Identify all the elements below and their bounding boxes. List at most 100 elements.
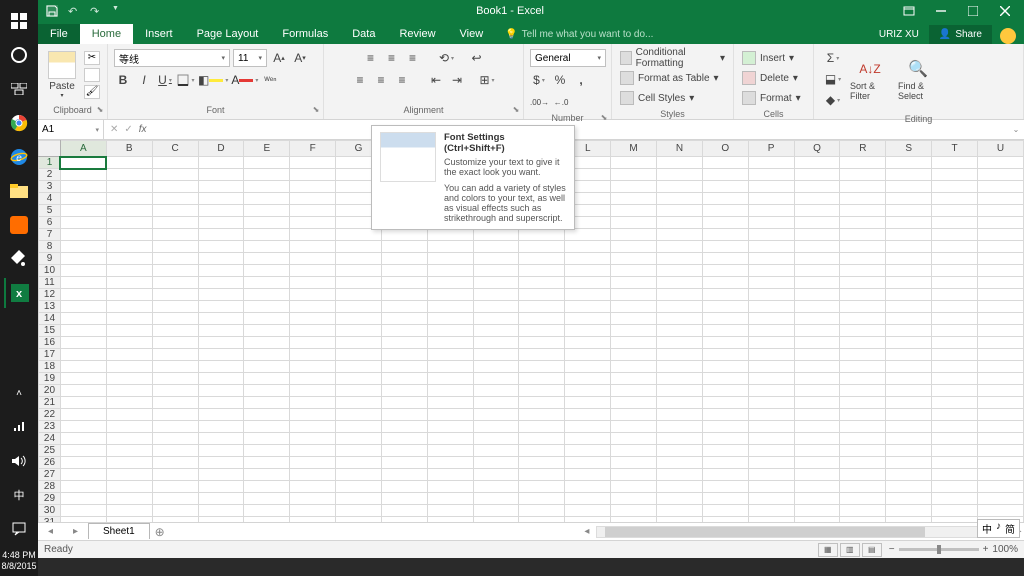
cell[interactable] xyxy=(519,421,565,433)
row-header[interactable]: 10 xyxy=(39,265,61,277)
cell[interactable] xyxy=(977,169,1023,181)
cell[interactable] xyxy=(611,325,657,337)
cell[interactable] xyxy=(336,493,382,505)
cell[interactable] xyxy=(748,457,794,469)
cell[interactable] xyxy=(427,229,473,241)
cell[interactable] xyxy=(932,409,978,421)
accounting-icon[interactable]: $ xyxy=(530,71,548,89)
cell[interactable] xyxy=(702,385,748,397)
cell[interactable] xyxy=(290,481,336,493)
cell[interactable] xyxy=(886,421,932,433)
decrease-decimal-icon[interactable]: ←.0 xyxy=(552,93,570,111)
cell[interactable] xyxy=(702,313,748,325)
cell[interactable] xyxy=(657,229,703,241)
fill-icon[interactable]: ⬓ xyxy=(824,70,842,88)
cell[interactable] xyxy=(290,349,336,361)
cell[interactable] xyxy=(977,325,1023,337)
cell[interactable] xyxy=(198,433,244,445)
cell[interactable] xyxy=(748,433,794,445)
cell[interactable] xyxy=(840,481,886,493)
cell[interactable] xyxy=(886,349,932,361)
cell[interactable] xyxy=(519,277,565,289)
cell[interactable] xyxy=(60,361,106,373)
cell[interactable] xyxy=(794,241,840,253)
cell[interactable] xyxy=(152,193,198,205)
cell[interactable] xyxy=(611,193,657,205)
cell[interactable] xyxy=(336,433,382,445)
maximize-icon[interactable] xyxy=(960,1,986,21)
cell[interactable] xyxy=(290,193,336,205)
cell[interactable] xyxy=(702,481,748,493)
cell[interactable] xyxy=(977,361,1023,373)
cell[interactable] xyxy=(611,421,657,433)
cell[interactable] xyxy=(565,361,611,373)
cell[interactable] xyxy=(60,337,106,349)
cell[interactable] xyxy=(840,505,886,517)
cell[interactable] xyxy=(198,505,244,517)
cell[interactable] xyxy=(106,373,152,385)
percent-icon[interactable]: % xyxy=(551,71,569,89)
cell[interactable] xyxy=(152,277,198,289)
cell[interactable] xyxy=(519,253,565,265)
cell[interactable] xyxy=(381,361,427,373)
cell[interactable] xyxy=(657,445,703,457)
cell[interactable] xyxy=(702,409,748,421)
cell[interactable] xyxy=(977,193,1023,205)
cell[interactable] xyxy=(336,505,382,517)
sheet-tab-sheet1[interactable]: Sheet1 xyxy=(88,523,150,539)
cell[interactable] xyxy=(152,493,198,505)
cell[interactable] xyxy=(794,445,840,457)
format-cells-button[interactable]: Format▾ xyxy=(740,89,807,107)
cell[interactable] xyxy=(748,349,794,361)
name-box[interactable]: A1▾ xyxy=(38,120,104,139)
cell[interactable] xyxy=(519,325,565,337)
sheet-nav[interactable]: ◂▸ xyxy=(38,526,88,537)
cell[interactable] xyxy=(794,313,840,325)
cell[interactable] xyxy=(198,385,244,397)
cell[interactable] xyxy=(152,265,198,277)
cell[interactable] xyxy=(381,385,427,397)
formatpainter-icon[interactable]: 🖌 xyxy=(84,85,100,99)
row-header[interactable]: 18 xyxy=(39,361,61,373)
cell[interactable] xyxy=(106,253,152,265)
cell[interactable] xyxy=(427,253,473,265)
row-header[interactable]: 25 xyxy=(39,445,61,457)
cell[interactable] xyxy=(473,517,519,523)
cell[interactable] xyxy=(198,481,244,493)
cell[interactable] xyxy=(748,217,794,229)
grow-font-icon[interactable]: A▴ xyxy=(270,49,288,67)
row-header[interactable]: 4 xyxy=(39,193,61,205)
row-header[interactable]: 15 xyxy=(39,325,61,337)
cell[interactable] xyxy=(702,325,748,337)
cell[interactable] xyxy=(794,325,840,337)
col-header[interactable]: E xyxy=(244,141,290,157)
cell[interactable] xyxy=(519,409,565,421)
cell[interactable] xyxy=(840,253,886,265)
cell[interactable] xyxy=(152,169,198,181)
cell[interactable] xyxy=(840,313,886,325)
cell[interactable] xyxy=(932,241,978,253)
cell[interactable] xyxy=(519,349,565,361)
cell[interactable] xyxy=(198,205,244,217)
cell[interactable] xyxy=(427,397,473,409)
row-header[interactable]: 28 xyxy=(39,481,61,493)
cell[interactable] xyxy=(794,493,840,505)
col-header[interactable]: O xyxy=(702,141,748,157)
cell[interactable] xyxy=(152,229,198,241)
cell[interactable] xyxy=(336,397,382,409)
tab-formulas[interactable]: Formulas xyxy=(270,24,340,44)
cell[interactable] xyxy=(106,469,152,481)
cell[interactable] xyxy=(611,253,657,265)
cell[interactable] xyxy=(60,421,106,433)
clipboard-dialog-icon[interactable]: ⬊ xyxy=(95,105,105,115)
cell-styles-button[interactable]: Cell Styles▾ xyxy=(618,89,727,107)
cell[interactable] xyxy=(702,205,748,217)
pagelayout-view-icon[interactable]: ▥ xyxy=(840,543,860,557)
cell[interactable] xyxy=(106,397,152,409)
cell[interactable] xyxy=(886,277,932,289)
cell[interactable] xyxy=(611,385,657,397)
cell[interactable] xyxy=(657,361,703,373)
cell[interactable] xyxy=(290,169,336,181)
cell[interactable] xyxy=(932,373,978,385)
cell[interactable] xyxy=(519,361,565,373)
